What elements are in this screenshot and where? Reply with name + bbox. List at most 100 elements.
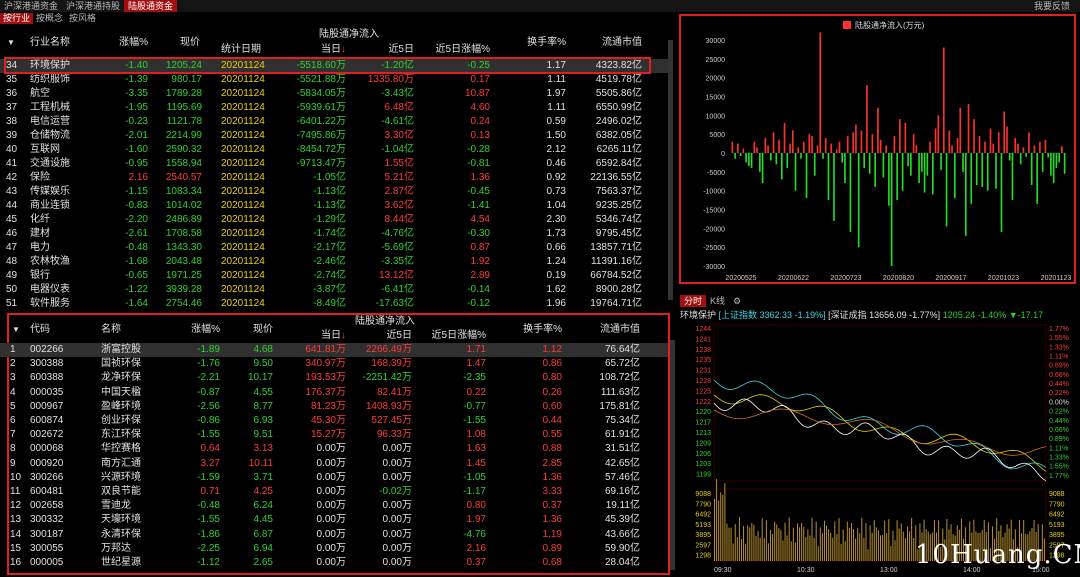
tab-by-concept[interactable]: 按概念 xyxy=(33,13,66,24)
table-row[interactable]: 6 600874 创业环保 -0.86 6.93 45.30万 527.45万 -1.55 0.… xyxy=(0,414,668,428)
col-5d[interactable]: 近5日 xyxy=(370,329,412,343)
table-row[interactable]: 35 纺织服饰 -1.39 980.17 20201124 -5521.88万 1335.8… xyxy=(0,73,670,87)
table-row[interactable]: 11 600481 双良节能 0.71 4.25 0.00万 -0.02万 -1.17 3.33… xyxy=(0,485,668,499)
stock-code[interactable]: 002672 xyxy=(30,428,63,442)
col-code[interactable]: 代码 xyxy=(30,323,50,337)
col-price[interactable]: 现价 xyxy=(235,323,273,337)
table-row[interactable]: 43 传媒娱乐 -1.15 1083.34 20201124 -1.13亿 2.87亿 -0.… xyxy=(0,185,670,199)
col-mcap[interactable]: 流通市值 xyxy=(590,36,642,50)
stock-name[interactable]: 盈峰环境 xyxy=(101,400,141,414)
sort-arrow-icon[interactable]: ▼ xyxy=(12,323,20,337)
col-chg[interactable]: 涨幅% xyxy=(108,36,148,50)
industry-name[interactable]: 电力 xyxy=(30,241,50,255)
table-row[interactable]: 15 300055 万邦达 -2.25 6.94 0.00万 0.00万 2.16 0.89 59… xyxy=(0,542,668,556)
tab-kline[interactable]: K线 xyxy=(706,295,729,307)
tab-hk-sh-holding[interactable]: 沪深港通持股 xyxy=(62,0,124,12)
stock-name[interactable]: 东江环保 xyxy=(101,428,141,442)
table-row[interactable]: 41 交通设施 -0.95 1558.94 20201124 -9713.47万 1.55亿… xyxy=(0,157,670,171)
stock-code[interactable]: 000005 xyxy=(30,556,63,570)
stock-name[interactable]: 南方汇通 xyxy=(101,457,141,471)
table-row[interactable]: 40 互联网 -1.60 2590.32 20201124 -8454.72万 -1.04亿… xyxy=(0,143,670,157)
stock-code[interactable]: 000068 xyxy=(30,442,63,456)
col-5d-chg[interactable]: 近5日涨幅% xyxy=(426,329,486,343)
stock-code[interactable]: 600874 xyxy=(30,414,63,428)
industry-name[interactable]: 电器仪表 xyxy=(30,283,70,297)
tab-intraday[interactable]: 分时 xyxy=(680,295,707,307)
stock-name[interactable]: 中国天楹 xyxy=(101,386,141,400)
stock-code[interactable]: 300055 xyxy=(30,542,63,556)
table-row[interactable]: 48 农林牧渔 -1.68 2043.48 20201124 -2.46亿 -3.35亿 1.… xyxy=(0,255,670,269)
industry-name[interactable]: 建材 xyxy=(30,227,50,241)
stock-code[interactable]: 000967 xyxy=(30,400,63,414)
industry-name[interactable]: 工程机械 xyxy=(30,101,70,115)
settings-icon[interactable]: ⚙ xyxy=(729,295,745,307)
stock-name[interactable]: 国祯环保 xyxy=(101,357,141,371)
col-stock-name[interactable]: 名称 xyxy=(101,323,121,337)
col-5d[interactable]: 近5日 xyxy=(370,43,414,57)
table-row[interactable]: 38 电信运营 -0.23 1121.78 20201124 -6401.22万 -4.61… xyxy=(0,115,670,129)
table-row[interactable]: 50 电器仪表 -1.22 3939.28 20201124 -3.87亿 -6.41亿 -0… xyxy=(0,283,670,297)
col-price[interactable]: 现价 xyxy=(160,36,200,50)
table-row[interactable]: 44 商业连锁 -0.83 1014.02 20201124 -1.13亿 3.62亿 -1.… xyxy=(0,199,670,213)
stock-name[interactable]: 万邦达 xyxy=(101,542,131,556)
table-row[interactable]: 9 000920 南方汇通 3.27 10.11 0.00万 0.00万 1.45 2.85 42… xyxy=(0,457,668,471)
col-turnover[interactable]: 换手率% xyxy=(506,323,562,337)
stock-name[interactable]: 兴源环境 xyxy=(101,471,141,485)
stock-name[interactable]: 永清环保 xyxy=(101,528,141,542)
col-today[interactable]: 当日↓ xyxy=(300,43,346,57)
stock-name[interactable]: 雪迪龙 xyxy=(101,499,131,513)
feedback-link[interactable]: 我要反馈 xyxy=(1030,0,1074,12)
industry-name[interactable]: 航空 xyxy=(30,87,50,101)
table-row[interactable]: 13 300332 天壕环境 -1.55 4.45 0.00万 0.00万 1.97 1.36 4… xyxy=(0,513,668,527)
industry-name[interactable]: 环境保护 xyxy=(30,59,70,73)
industry-name[interactable]: 农林牧渔 xyxy=(30,255,70,269)
stock-name[interactable]: 天壕环境 xyxy=(101,513,141,527)
col-chg[interactable]: 涨幅% xyxy=(180,323,220,337)
stock-code[interactable]: 300332 xyxy=(30,513,63,527)
stock-code[interactable]: 002266 xyxy=(30,343,63,357)
table-row[interactable]: 49 银行 -0.65 1971.25 20201124 -2.74亿 13.12亿 2.89… xyxy=(0,269,670,283)
col-date[interactable]: 统计日期 xyxy=(221,43,261,57)
table-row[interactable]: 1 002266 浙富控股 -1.89 4.68 641.81万 2266.49万 1.71 1… xyxy=(0,343,668,357)
stock-name[interactable]: 双良节能 xyxy=(101,485,141,499)
stock-code[interactable]: 000920 xyxy=(30,457,63,471)
table-row[interactable]: 37 工程机械 -1.95 1195.69 20201124 -5939.61万 6.48亿… xyxy=(0,101,670,115)
table-row[interactable]: 34 环境保护 -1.40 1205.24 20201124 -5518.60万 -1.20… xyxy=(0,59,670,73)
table-row[interactable]: 14 300187 永清环保 -1.86 6.87 0.00万 0.00万 -4.76 1.19… xyxy=(0,528,668,542)
table-row[interactable]: 36 航空 -3.35 1789.28 20201124 -5834.05万 -3.43亿 1… xyxy=(0,87,670,101)
stock-name[interactable]: 创业环保 xyxy=(101,414,141,428)
col-today[interactable]: 当日↓ xyxy=(300,329,346,343)
stock-name[interactable]: 华控赛格 xyxy=(101,442,141,456)
table-row[interactable]: 4 000035 中国天楹 -0.87 4.55 176.37万 82.41万 0.22 0.2… xyxy=(0,386,668,400)
stock-name[interactable]: 浙富控股 xyxy=(101,343,141,357)
table-row[interactable]: 7 002672 东江环保 -1.55 9.51 15.27万 96.33万 1.08 0.55… xyxy=(0,428,668,442)
table-row[interactable]: 46 建材 -2.61 1708.58 20201124 -1.74亿 -4.76亿 -0.3… xyxy=(0,227,670,241)
stock-code[interactable]: 300388 xyxy=(30,357,63,371)
industry-name[interactable]: 交通设施 xyxy=(30,157,70,171)
industry-name[interactable]: 互联网 xyxy=(30,143,60,157)
industry-name[interactable]: 商业连锁 xyxy=(30,199,70,213)
scrollbar[interactable] xyxy=(668,40,673,300)
col-turnover[interactable]: 换手率% xyxy=(510,36,566,50)
table-row[interactable]: 16 000005 世纪星源 -1.12 2.65 0.00万 0.00万 0.37 0.68 2… xyxy=(0,556,668,570)
col-5d-chg[interactable]: 近5日涨幅% xyxy=(430,43,490,57)
stock-name[interactable]: 龙净环保 xyxy=(101,371,141,385)
industry-name[interactable]: 纺织服饰 xyxy=(30,73,70,87)
industry-name[interactable]: 仓储物流 xyxy=(30,129,70,143)
industry-name[interactable]: 保险 xyxy=(30,171,50,185)
stock-code[interactable]: 002658 xyxy=(30,499,63,513)
industry-name[interactable]: 化纤 xyxy=(30,213,50,227)
table-row[interactable]: 8 000068 华控赛格 0.64 3.13 0.00万 0.00万 1.63 0.88 31.… xyxy=(0,442,668,456)
table-row[interactable]: 39 仓储物流 -2.01 2214.99 20201124 -7495.86万 3.30亿… xyxy=(0,129,670,143)
industry-name[interactable]: 传媒娱乐 xyxy=(30,185,70,199)
table-row[interactable]: 5 000967 盈峰环境 -2.56 8.77 81.23万 1408.93万 -0.77 0… xyxy=(0,400,668,414)
industry-name[interactable]: 电信运营 xyxy=(30,115,70,129)
stock-code[interactable]: 300266 xyxy=(30,471,63,485)
stock-code[interactable]: 300187 xyxy=(30,528,63,542)
stock-name[interactable]: 世纪星源 xyxy=(101,556,141,570)
table-row[interactable]: 47 电力 -0.48 1343.30 20201124 -2.17亿 -5.69亿 0.87… xyxy=(0,241,670,255)
table-row[interactable]: 12 002658 雪迪龙 -0.48 6.24 0.00万 0.00万 0.80 0.37 19… xyxy=(0,499,668,513)
tab-by-industry[interactable]: 按行业 xyxy=(0,13,34,24)
sort-arrow-icon[interactable]: ▼ xyxy=(7,36,15,50)
stock-code[interactable]: 000035 xyxy=(30,386,63,400)
